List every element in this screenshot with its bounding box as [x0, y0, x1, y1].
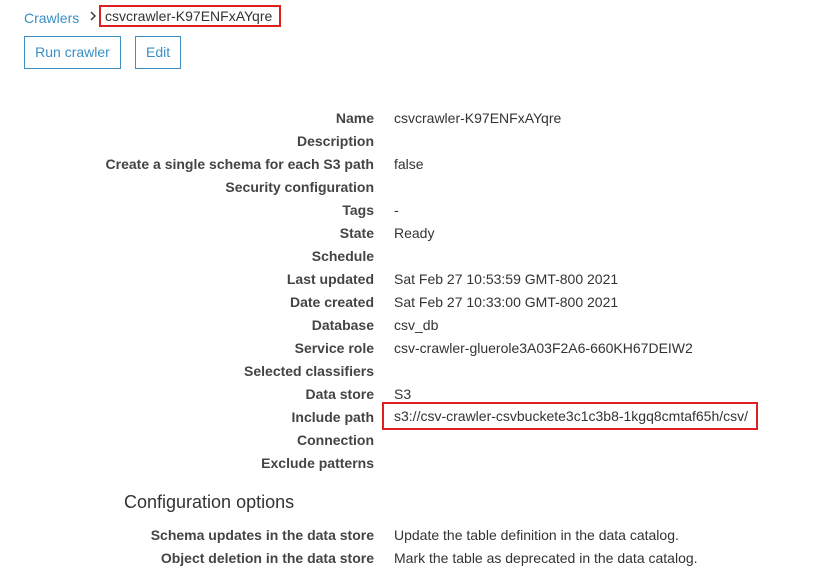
- config-row-schema-updates: Schema updates in the data store Update …: [0, 524, 831, 546]
- configuration-options-heading: Configuration options: [124, 492, 295, 512]
- breadcrumb-crawlers-link[interactable]: Crawlers: [24, 8, 79, 28]
- detail-row-security-configuration: Security configuration: [0, 176, 831, 198]
- detail-label: Selected classifiers: [244, 363, 374, 379]
- detail-label: Tags: [342, 202, 374, 218]
- breadcrumb-current: csvcrawler-K97ENFxAYqre: [99, 5, 281, 27]
- detail-row-connection: Connection: [0, 429, 831, 451]
- detail-row-exclude-patterns: Exclude patterns: [0, 452, 831, 474]
- detail-value: -: [394, 202, 399, 218]
- detail-row-last-updated: Last updated Sat Feb 27 10:53:59 GMT-800…: [0, 268, 831, 290]
- detail-label: Last updated: [286, 271, 374, 287]
- detail-row-schedule: Schedule: [0, 245, 831, 267]
- config-label: Schema updates in the data store: [150, 527, 374, 543]
- detail-label: State: [339, 225, 374, 241]
- detail-row-date-created: Date created Sat Feb 27 10:33:00 GMT-800…: [0, 291, 831, 313]
- detail-label: Connection: [297, 432, 374, 448]
- detail-label: Create a single schema for each S3 path: [105, 156, 374, 172]
- config-row-object-deletion: Object deletion in the data store Mark t…: [0, 547, 831, 569]
- detail-label: Include path: [291, 409, 374, 425]
- config-value: Mark the table as deprecated in the data…: [394, 550, 698, 566]
- detail-row-service-role: Service role csv-crawler-gluerole3A03F2A…: [0, 337, 831, 359]
- detail-row-name: Name csvcrawler-K97ENFxAYqre: [0, 107, 831, 129]
- detail-label: Schedule: [311, 248, 374, 264]
- config-value: Update the table definition in the data …: [394, 527, 679, 543]
- run-crawler-button[interactable]: Run crawler: [24, 36, 121, 69]
- chevron-right-icon: [90, 11, 96, 21]
- detail-label: Date created: [289, 294, 374, 310]
- edit-button[interactable]: Edit: [135, 36, 181, 69]
- detail-value: Sat Feb 27 10:33:00 GMT-800 2021: [394, 294, 619, 310]
- detail-label: Database: [311, 317, 374, 333]
- detail-value: Sat Feb 27 10:53:59 GMT-800 2021: [394, 271, 619, 287]
- detail-label: Name: [335, 110, 374, 126]
- detail-row-include-path: Include path s3://csv-crawler-csvbuckete…: [0, 402, 831, 430]
- detail-label: Security configuration: [225, 179, 374, 195]
- detail-label: Description: [296, 133, 374, 149]
- detail-row-tags: Tags -: [0, 199, 831, 221]
- detail-value: csvcrawler-K97ENFxAYqre: [394, 110, 562, 126]
- detail-label: Data store: [305, 386, 374, 402]
- detail-value: csv_db: [394, 317, 439, 333]
- detail-row-description: Description: [0, 130, 831, 152]
- detail-label: Service role: [294, 340, 374, 356]
- include-path-value: s3://csv-crawler-csvbuckete3c1c3b8-1kgq8…: [382, 402, 758, 430]
- detail-row-single-schema: Create a single schema for each S3 path …: [0, 153, 831, 175]
- detail-label: Exclude patterns: [261, 455, 374, 471]
- detail-value: csv-crawler-gluerole3A03F2A6-660KH67DEIW…: [394, 340, 693, 356]
- detail-row-state: State Ready: [0, 222, 831, 244]
- detail-value: Ready: [394, 225, 435, 241]
- detail-row-selected-classifiers: Selected classifiers: [0, 360, 831, 382]
- detail-row-database: Database csv_db: [0, 314, 831, 336]
- config-label: Object deletion in the data store: [160, 550, 374, 566]
- detail-value: false: [394, 156, 424, 172]
